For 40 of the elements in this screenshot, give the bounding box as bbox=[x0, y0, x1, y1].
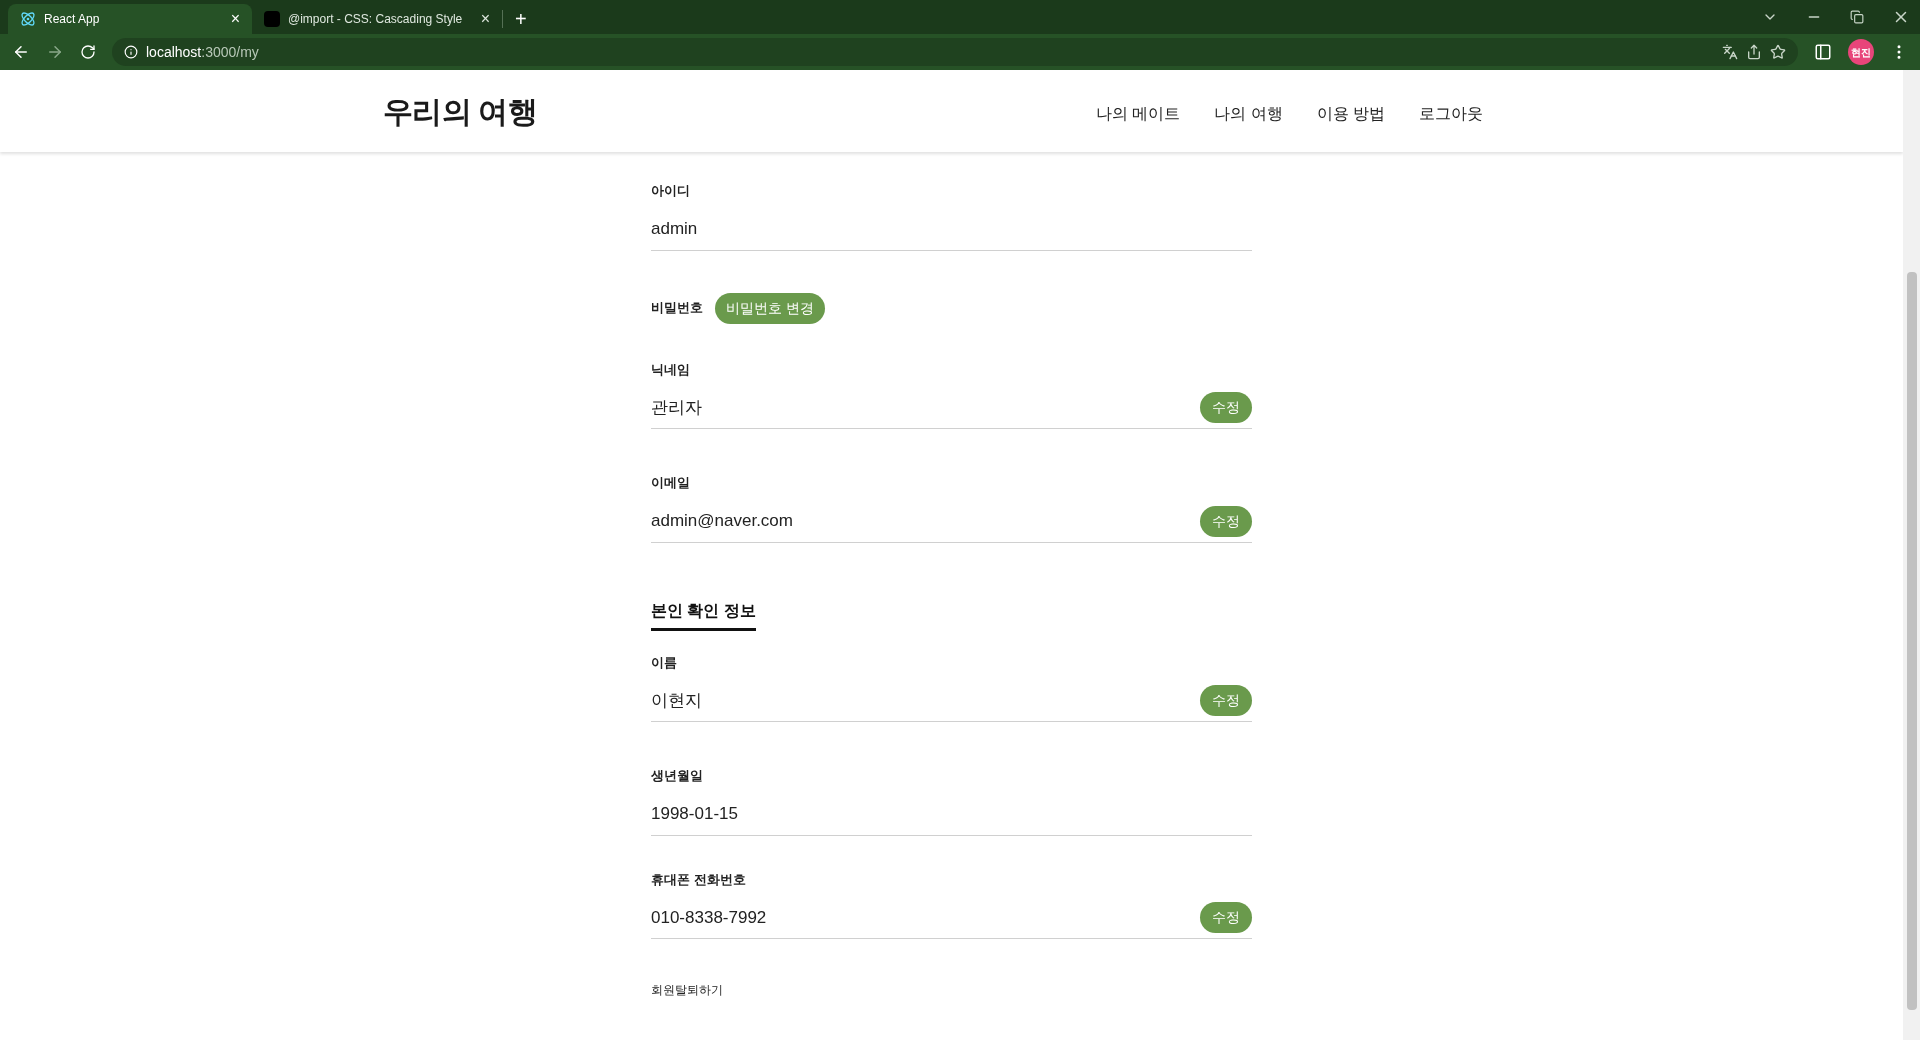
field-label: 이름 bbox=[651, 653, 678, 672]
field-value: 관리자 bbox=[651, 396, 702, 419]
field-label: 이메일 bbox=[651, 474, 691, 492]
tab-title: React App bbox=[44, 11, 101, 28]
field-value: admin@naver.com bbox=[651, 510, 793, 533]
nav-link[interactable]: 이용 방법 bbox=[1316, 102, 1385, 126]
side-panel-icon[interactable] bbox=[1814, 43, 1832, 61]
field-label: 아이디 bbox=[651, 182, 691, 200]
restore-icon[interactable] bbox=[1850, 10, 1864, 24]
address-bar[interactable]: localhost:3000/my bbox=[112, 38, 1798, 66]
site-logo[interactable]: 우리의 여행 bbox=[383, 88, 537, 134]
field-label: 휴대폰 전화번호 bbox=[651, 870, 747, 889]
reload-icon[interactable] bbox=[80, 44, 96, 60]
nav-link[interactable]: 로그아웃 bbox=[1419, 102, 1483, 126]
tab-title: @import - CSS: Cascading Style bbox=[288, 11, 464, 28]
field-value: 이현지 bbox=[651, 689, 702, 712]
info-icon bbox=[124, 45, 138, 59]
url-text: localhost:3000/my bbox=[146, 42, 259, 62]
translate-icon[interactable] bbox=[1722, 44, 1738, 60]
withdraw-link[interactable]: 회원탈퇴하기 bbox=[651, 981, 723, 999]
close-tab-button[interactable]: × bbox=[230, 7, 240, 31]
close-tab-button[interactable]: × bbox=[480, 7, 490, 31]
share-icon[interactable] bbox=[1746, 44, 1762, 60]
field-value: 1998-01-15 bbox=[651, 803, 738, 826]
forward-icon[interactable] bbox=[46, 43, 64, 61]
field-label: 생년월일 bbox=[651, 767, 704, 785]
field-value: 010-8338-7992 bbox=[651, 906, 767, 929]
section-title: 본인 확인 정보 bbox=[651, 598, 756, 631]
new-tab-button[interactable]: + bbox=[503, 4, 539, 34]
nav-link[interactable]: 나의 메이트 bbox=[1095, 102, 1181, 126]
browser-tab[interactable]: React App × bbox=[8, 4, 252, 34]
browser-tab[interactable]: @import - CSS: Cascading Style × bbox=[252, 4, 502, 34]
field-label: 비밀번호 bbox=[651, 299, 703, 318]
star-icon[interactable] bbox=[1770, 44, 1786, 60]
back-icon[interactable] bbox=[12, 43, 30, 61]
profile-avatar[interactable]: 현진 bbox=[1848, 39, 1874, 65]
nav-link[interactable]: 나의 여행 bbox=[1214, 102, 1283, 126]
field-label: 닉네임 bbox=[651, 360, 691, 379]
react-logo-icon bbox=[20, 11, 36, 27]
field-value: admin bbox=[651, 218, 698, 241]
